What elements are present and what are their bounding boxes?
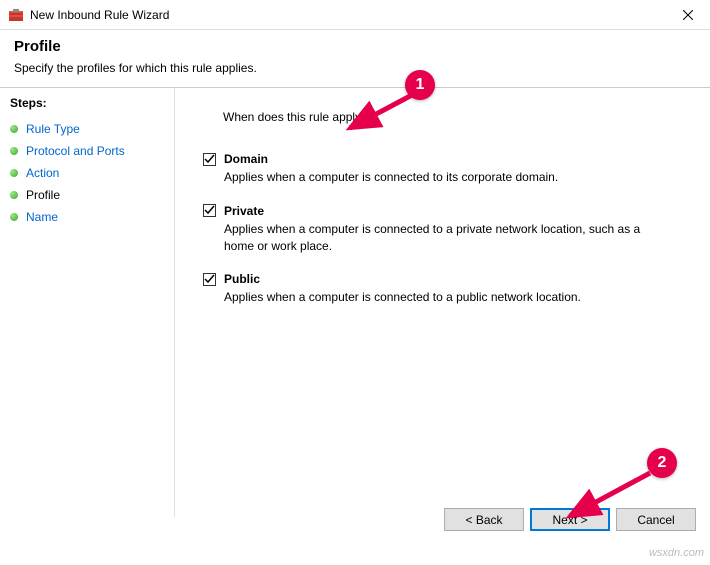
option-label: Public [224,272,260,286]
step-protocol-ports[interactable]: Protocol and Ports [10,140,164,162]
annotation-badge-2: 2 [647,448,677,478]
window-title: New Inbound Rule Wizard [30,8,665,22]
step-bullet-icon [10,147,18,155]
step-bullet-icon [10,213,18,221]
page-subtitle: Specify the profiles for which this rule… [14,61,696,75]
close-button[interactable] [665,0,710,30]
step-profile[interactable]: Profile [10,184,164,206]
step-action[interactable]: Action [10,162,164,184]
wizard-content: When does this rule apply? Domain Applie… [175,88,710,517]
step-label: Protocol and Ports [26,144,125,158]
wizard-body: Steps: Rule Type Protocol and Ports Acti… [0,87,710,517]
firewall-icon [8,7,24,23]
checkbox-domain[interactable] [203,153,216,166]
option-label: Domain [224,152,268,166]
back-button[interactable]: < Back [444,508,524,531]
watermark: wsxdn.com [649,547,704,559]
wizard-header: Profile Specify the profiles for which t… [0,30,710,87]
step-label: Profile [26,188,60,202]
titlebar: New Inbound Rule Wizard [0,0,710,30]
option-desc: Applies when a computer is connected to … [224,221,654,255]
next-button[interactable]: Next > [530,508,610,531]
step-label: Name [26,210,58,224]
step-label: Action [26,166,59,180]
option-public: Public Applies when a computer is connec… [203,272,682,306]
step-bullet-icon [10,125,18,133]
content-question: When does this rule apply? [223,110,682,124]
close-icon [683,10,693,20]
wizard-footer: < Back Next > Cancel [444,508,696,531]
checkbox-private[interactable] [203,204,216,217]
option-desc: Applies when a computer is connected to … [224,289,654,306]
step-label: Rule Type [26,122,80,136]
step-rule-type[interactable]: Rule Type [10,118,164,140]
step-name[interactable]: Name [10,206,164,228]
cancel-button[interactable]: Cancel [616,508,696,531]
checkbox-public[interactable] [203,273,216,286]
step-bullet-icon [10,169,18,177]
check-icon [204,154,215,165]
option-desc: Applies when a computer is connected to … [224,169,654,186]
page-title: Profile [14,38,696,55]
annotation-badge-1: 1 [405,70,435,100]
option-domain: Domain Applies when a computer is connec… [203,152,682,186]
check-icon [204,205,215,216]
option-label: Private [224,204,264,218]
steps-sidebar: Steps: Rule Type Protocol and Ports Acti… [0,88,175,517]
steps-heading: Steps: [10,96,164,110]
option-private: Private Applies when a computer is conne… [203,204,682,255]
step-bullet-icon [10,191,18,199]
check-icon [204,274,215,285]
